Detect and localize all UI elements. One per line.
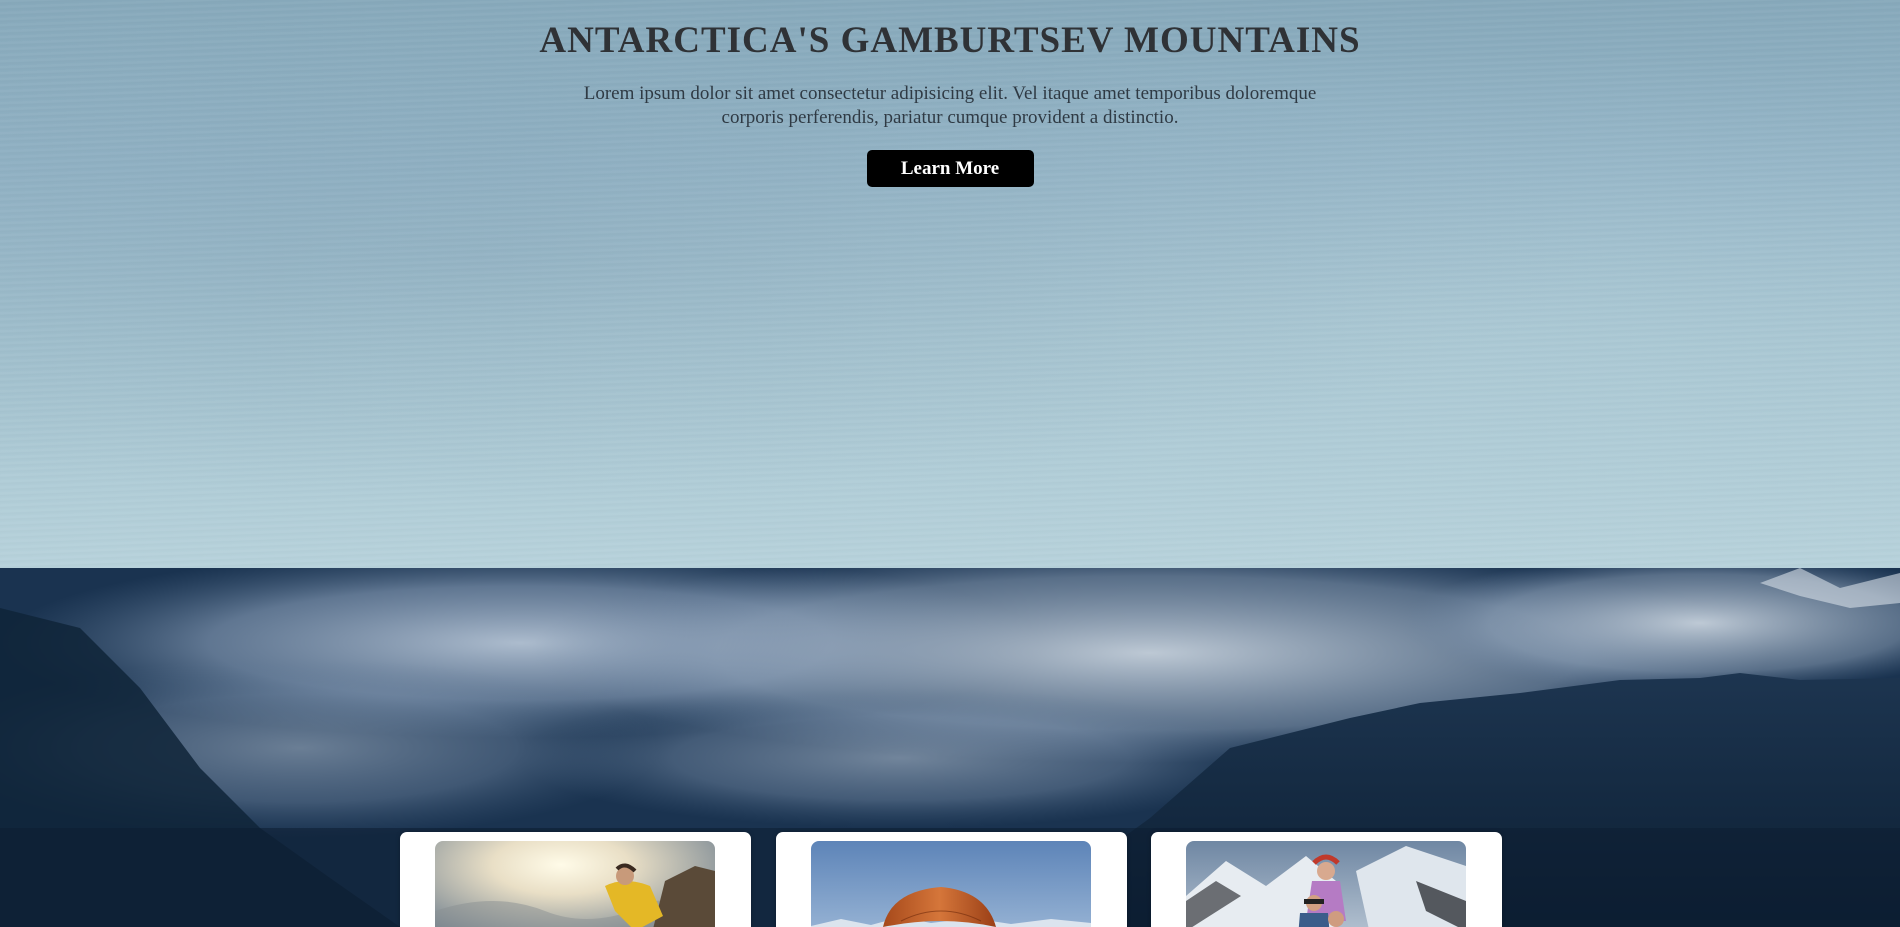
hero-section: ANTARCTICA'S GAMBURTSEV MOUNTAINS Lorem …: [0, 0, 1900, 568]
skiers-image: [1186, 841, 1466, 927]
learn-more-button[interactable]: Learn More: [866, 150, 1034, 187]
card-paraglider[interactable]: [776, 832, 1127, 927]
card-image: [811, 841, 1091, 927]
hero-description: Lorem ipsum dolor sit amet consectetur a…: [583, 83, 1317, 128]
hero-content: ANTARCTICA'S GAMBURTSEV MOUNTAINS Lorem …: [0, 0, 1900, 187]
card-skiers[interactable]: [1151, 832, 1502, 927]
card-row: [0, 832, 1900, 927]
card-image: [435, 841, 715, 927]
paraglider-image: [811, 841, 1091, 927]
card-climber[interactable]: [400, 832, 751, 927]
climber-image: [435, 841, 715, 927]
hero-title: ANTARCTICA'S GAMBURTSEV MOUNTAINS: [539, 20, 1361, 61]
card-image: [1186, 841, 1466, 927]
page: ANTARCTICA'S GAMBURTSEV MOUNTAINS Lorem …: [0, 0, 1900, 927]
